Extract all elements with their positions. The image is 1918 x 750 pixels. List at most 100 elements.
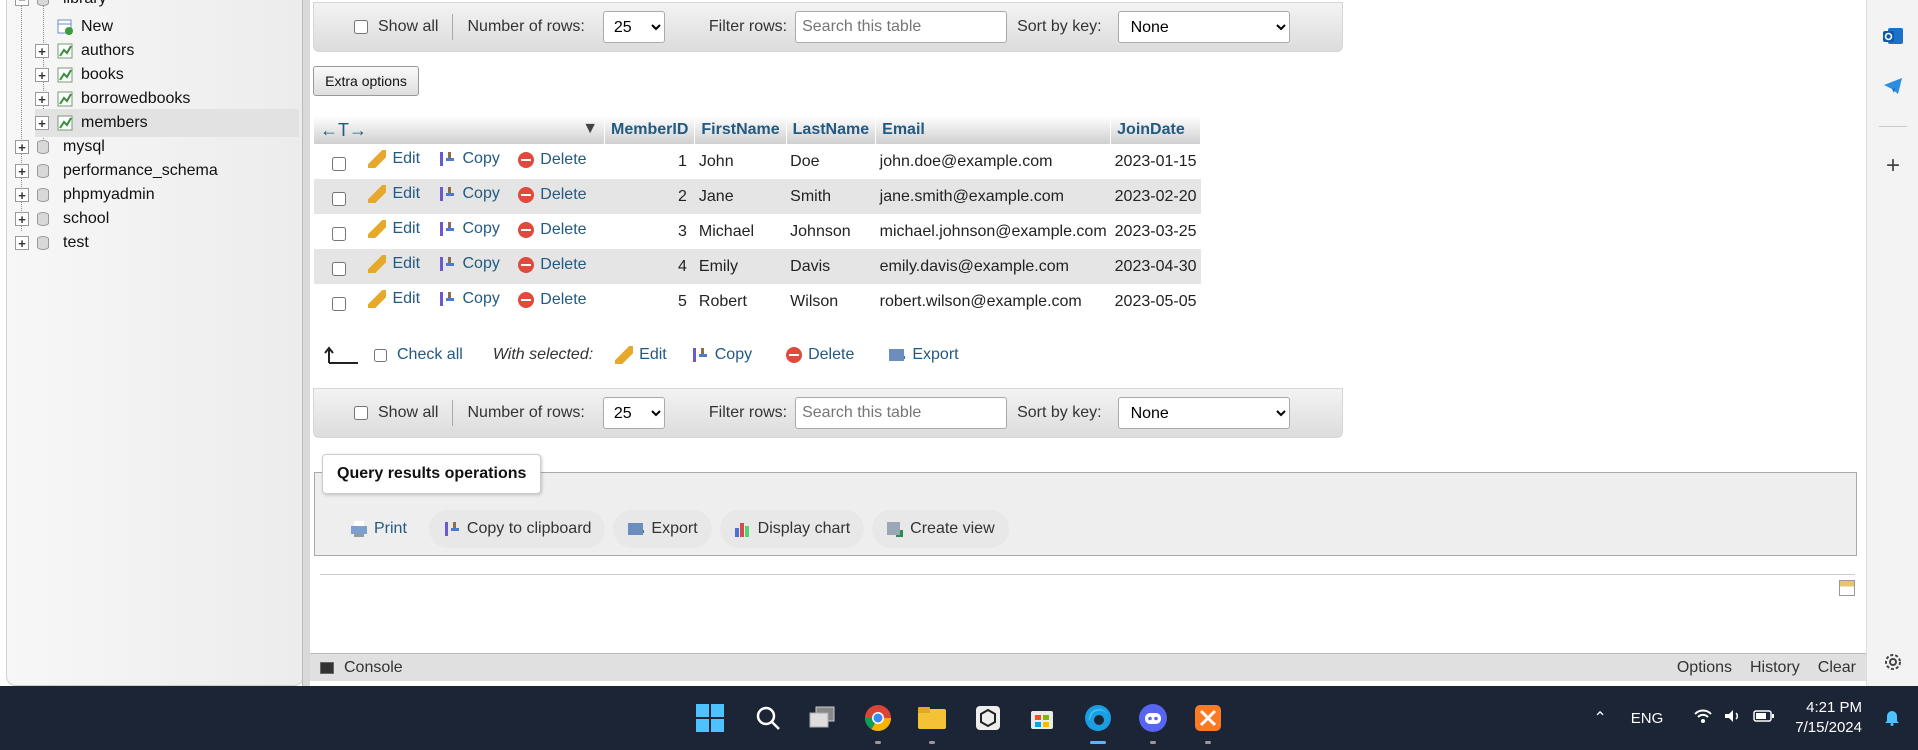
row-delete-button[interactable]: Delete bbox=[518, 151, 587, 169]
show-all-checkbox[interactable] bbox=[354, 20, 368, 34]
bulk-export-button[interactable]: Export bbox=[888, 346, 959, 364]
bookmark-icon[interactable] bbox=[1839, 580, 1855, 596]
cell-joindate[interactable]: 2023-04-30 bbox=[1110, 249, 1201, 284]
cell-lastname[interactable]: Davis bbox=[786, 249, 876, 284]
collapse-icon[interactable]: − bbox=[15, 0, 29, 6]
unity-icon[interactable] bbox=[968, 698, 1008, 738]
row-edit-button[interactable]: Edit bbox=[368, 150, 420, 168]
cell-email[interactable]: john.doe@example.com bbox=[875, 144, 1111, 179]
check-all-checkbox[interactable] bbox=[374, 348, 387, 362]
cell-email[interactable]: jane.smith@example.com bbox=[875, 179, 1111, 214]
row-delete-button[interactable]: Delete bbox=[518, 221, 587, 239]
sort-triangle-icon[interactable]: ▼ bbox=[582, 120, 598, 138]
num-rows-select[interactable]: 25 bbox=[602, 397, 665, 429]
expand-icon[interactable]: + bbox=[35, 44, 49, 58]
db-label[interactable]: school bbox=[63, 210, 109, 228]
cell-joindate[interactable]: 2023-03-25 bbox=[1110, 214, 1201, 249]
cell-memberid[interactable]: 5 bbox=[604, 284, 695, 319]
file-explorer-icon[interactable] bbox=[912, 698, 952, 744]
col-lastname[interactable]: LastName bbox=[786, 116, 877, 144]
settings-gear-icon[interactable] bbox=[1881, 650, 1905, 674]
col-firstname[interactable]: FirstName bbox=[694, 116, 787, 144]
bulk-delete-button[interactable]: Delete bbox=[786, 346, 854, 364]
cell-firstname[interactable]: John bbox=[694, 144, 787, 179]
row-checkbox[interactable] bbox=[332, 226, 346, 241]
chevron-up-icon[interactable]: ⌃ bbox=[1593, 708, 1606, 728]
tree-item-label[interactable]: members bbox=[81, 114, 148, 132]
cell-firstname[interactable]: Robert bbox=[694, 284, 787, 319]
tree-db-test[interactable]: + test bbox=[15, 229, 89, 257]
console-label[interactable]: Console bbox=[344, 659, 403, 677]
row-checkbox[interactable] bbox=[332, 296, 346, 311]
bulk-edit-button[interactable]: Edit bbox=[615, 346, 667, 364]
display-chart-button[interactable]: Display chart bbox=[719, 510, 865, 548]
cell-lastname[interactable]: Doe bbox=[786, 144, 876, 179]
notification-bell-icon[interactable] bbox=[1884, 708, 1900, 730]
tree-db-library[interactable]: − library bbox=[15, 0, 107, 13]
row-delete-button[interactable]: Delete bbox=[518, 291, 587, 309]
cell-firstname[interactable]: Jane bbox=[694, 179, 787, 214]
cell-memberid[interactable]: 1 bbox=[604, 144, 695, 179]
tree-item-label[interactable]: books bbox=[81, 66, 124, 84]
wifi-icon[interactable] bbox=[1693, 708, 1713, 728]
check-all-link[interactable]: Check all bbox=[397, 346, 463, 364]
print-button[interactable]: Print bbox=[336, 510, 421, 548]
microsoft-store-icon[interactable] bbox=[1022, 698, 1062, 738]
sort-by-key-select[interactable]: None bbox=[1117, 397, 1290, 429]
search-icon[interactable] bbox=[748, 698, 788, 738]
row-copy-button[interactable]: Copy bbox=[438, 220, 500, 238]
col-joindate[interactable]: JoinDate bbox=[1110, 116, 1201, 144]
expand-icon[interactable]: + bbox=[35, 116, 49, 130]
cell-memberid[interactable]: 2 bbox=[604, 179, 695, 214]
row-copy-button[interactable]: Copy bbox=[438, 290, 500, 308]
export-button[interactable]: Export bbox=[613, 510, 712, 548]
col-memberid[interactable]: MemberID bbox=[604, 116, 696, 144]
xampp-icon[interactable] bbox=[1188, 698, 1228, 744]
cell-joindate[interactable]: 2023-05-05 bbox=[1110, 284, 1201, 319]
clock[interactable]: 4:21 PM 7/15/2024 bbox=[1795, 698, 1862, 738]
console-history-button[interactable]: History bbox=[1750, 659, 1800, 677]
row-checkbox[interactable] bbox=[332, 191, 346, 206]
tree-item-label[interactable]: borrowedbooks bbox=[81, 90, 190, 108]
console-bar[interactable]: Console Options History Clear bbox=[310, 653, 1866, 681]
battery-icon[interactable] bbox=[1753, 709, 1775, 727]
db-label[interactable]: performance_schema bbox=[63, 162, 218, 180]
expand-icon[interactable]: + bbox=[15, 212, 29, 226]
task-view-icon[interactable] bbox=[802, 698, 842, 738]
db-label[interactable]: phpmyadmin bbox=[63, 186, 155, 204]
outlook-icon[interactable] bbox=[1881, 24, 1905, 48]
row-edit-button[interactable]: Edit bbox=[368, 185, 420, 203]
row-checkbox[interactable] bbox=[332, 156, 346, 171]
cell-lastname[interactable]: Smith bbox=[786, 179, 876, 214]
copy-to-clipboard-button[interactable]: Copy to clipboard bbox=[428, 510, 606, 548]
discord-icon[interactable] bbox=[1133, 698, 1173, 744]
telegram-icon[interactable] bbox=[1881, 74, 1905, 98]
cell-lastname[interactable]: Johnson bbox=[786, 214, 876, 249]
add-icon[interactable]: + bbox=[1881, 152, 1905, 179]
extra-options-button[interactable]: Extra options bbox=[313, 66, 419, 96]
row-edit-button[interactable]: Edit bbox=[368, 220, 420, 238]
row-copy-button[interactable]: Copy bbox=[438, 255, 500, 273]
cell-memberid[interactable]: 4 bbox=[604, 249, 695, 284]
cell-email[interactable]: emily.davis@example.com bbox=[875, 249, 1111, 284]
row-delete-button[interactable]: Delete bbox=[518, 186, 587, 204]
bulk-copy-button[interactable]: Copy bbox=[690, 346, 752, 364]
nav-resize-handle[interactable] bbox=[302, 0, 310, 686]
filter-input[interactable] bbox=[795, 11, 1008, 43]
row-edit-button[interactable]: Edit bbox=[368, 290, 420, 308]
expand-icon[interactable]: + bbox=[15, 236, 29, 250]
create-view-button[interactable]: Create view bbox=[872, 510, 1009, 548]
expand-icon[interactable]: + bbox=[15, 188, 29, 202]
row-delete-button[interactable]: Delete bbox=[518, 256, 587, 274]
show-all-checkbox[interactable] bbox=[354, 406, 368, 420]
column-nav-arrows[interactable]: ←T→ bbox=[320, 120, 367, 140]
filter-input[interactable] bbox=[795, 397, 1008, 429]
db-label[interactable]: test bbox=[63, 234, 89, 252]
cell-email[interactable]: michael.johnson@example.com bbox=[875, 214, 1111, 249]
volume-icon[interactable] bbox=[1723, 708, 1743, 728]
cell-memberid[interactable]: 3 bbox=[604, 214, 695, 249]
row-copy-button[interactable]: Copy bbox=[438, 150, 500, 168]
cell-joindate[interactable]: 2023-01-15 bbox=[1110, 144, 1201, 179]
row-copy-button[interactable]: Copy bbox=[438, 185, 500, 203]
console-options-button[interactable]: Options bbox=[1677, 659, 1732, 677]
